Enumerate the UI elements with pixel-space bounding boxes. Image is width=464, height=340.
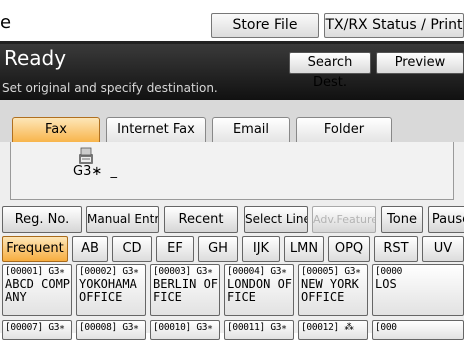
destination-name: YOKOHAMA OFFICE xyxy=(79,277,137,304)
top-bar: e Store File TX/RX Status / Print xyxy=(0,0,464,41)
destination-button[interactable]: [00001] G3∗ ABCD COMPANY xyxy=(2,264,72,316)
window-title: e xyxy=(0,12,12,33)
destination-button[interactable]: [00002] G3∗ YOKOHAMA OFFICE xyxy=(76,264,146,316)
destination-button[interactable]: [00012] ⁂ xyxy=(298,320,368,340)
category-ijk[interactable]: IJK xyxy=(242,236,280,262)
tab-email[interactable]: Email xyxy=(212,117,290,142)
destination-name: ABCD COMPANY xyxy=(5,277,71,304)
destination-name: LOS xyxy=(375,277,397,291)
destination-code: [0000 xyxy=(375,266,403,277)
search-dest-button[interactable]: Search Dest. xyxy=(289,52,371,90)
reg-no-button[interactable]: Reg. No. xyxy=(2,206,82,233)
category-uv[interactable]: UV xyxy=(422,236,464,262)
destination-code: [00008] G3∗ xyxy=(79,322,139,333)
destination-code: [00010] G3∗ xyxy=(153,322,213,333)
category-ab[interactable]: AB xyxy=(72,236,108,262)
pause-button[interactable]: Pause xyxy=(428,206,464,233)
destination-code: [00003] G3∗ xyxy=(153,266,213,277)
category-lmn[interactable]: LMN xyxy=(284,236,324,262)
status-header: Ready Set original and specify destinati… xyxy=(0,44,464,100)
destination-code: [00005] G3∗ xyxy=(301,266,361,277)
tab-internet-fax[interactable]: Internet Fax xyxy=(106,117,206,142)
txrx-status-print-button[interactable]: TX/RX Status / Print xyxy=(324,13,464,38)
instruction-text: Set original and specify destination. xyxy=(2,81,218,95)
destination-button[interactable]: [00007] G3∗ xyxy=(2,320,72,340)
destination-line: G3∗ _ xyxy=(73,164,117,179)
tab-bar: Fax Internet Fax Email Folder xyxy=(0,100,464,142)
tab-fax[interactable]: Fax xyxy=(12,117,100,142)
preview-button[interactable]: Preview xyxy=(376,52,464,74)
destination-code: [00011] G3∗ xyxy=(227,322,287,333)
destination-button[interactable]: [00011] G3∗ xyxy=(224,320,294,340)
tone-button[interactable]: Tone xyxy=(381,206,423,233)
destination-name: BERLIN OFFICE xyxy=(153,277,219,304)
destination-name: LONDON OFFICE xyxy=(227,277,293,304)
destination-button[interactable]: [00008] G3∗ xyxy=(76,320,146,340)
category-rst[interactable]: RST xyxy=(374,236,418,262)
fax-machine-icon xyxy=(79,147,93,164)
destination-button[interactable]: [0000 LOS xyxy=(372,264,464,316)
adv-features-button[interactable]: Adv.Features xyxy=(312,206,376,233)
destination-code: [00002] G3∗ xyxy=(79,266,139,277)
tab-folder[interactable]: Folder xyxy=(296,117,392,142)
destination-code: [00012] ⁂ xyxy=(301,322,354,333)
category-gh[interactable]: GH xyxy=(198,236,238,262)
store-file-button[interactable]: Store File xyxy=(211,13,319,38)
category-cd[interactable]: CD xyxy=(112,236,152,262)
status-text: Ready xyxy=(4,46,67,70)
destination-number: _ xyxy=(110,164,118,179)
category-ef[interactable]: EF xyxy=(156,236,194,262)
destination-field[interactable]: G3∗ _ xyxy=(10,142,454,200)
destination-name: NEW YORK OFFICE xyxy=(301,277,359,304)
destination-button[interactable]: [00004] G3∗ LONDON OFFICE xyxy=(224,264,294,316)
destination-code: [000 xyxy=(375,322,397,333)
destination-code: [00007] G3∗ xyxy=(5,322,65,333)
category-opq[interactable]: OPQ xyxy=(328,236,370,262)
destination-button[interactable]: [00010] G3∗ xyxy=(150,320,220,340)
destination-button[interactable]: [000 xyxy=(372,320,464,340)
destination-code: [00001] G3∗ xyxy=(5,266,65,277)
select-line-button[interactable]: Select Line xyxy=(244,206,308,233)
recent-button[interactable]: Recent xyxy=(164,206,238,233)
destination-button[interactable]: [00003] G3∗ BERLIN OFFICE xyxy=(150,264,220,316)
line-type: G3∗ xyxy=(73,164,103,179)
destination-button[interactable]: [00005] G3∗ NEW YORK OFFICE xyxy=(298,264,368,316)
category-frequent[interactable]: Frequent xyxy=(2,236,68,262)
destination-code: [00004] G3∗ xyxy=(227,266,287,277)
manual-entry-button[interactable]: Manual Entry xyxy=(86,206,159,233)
